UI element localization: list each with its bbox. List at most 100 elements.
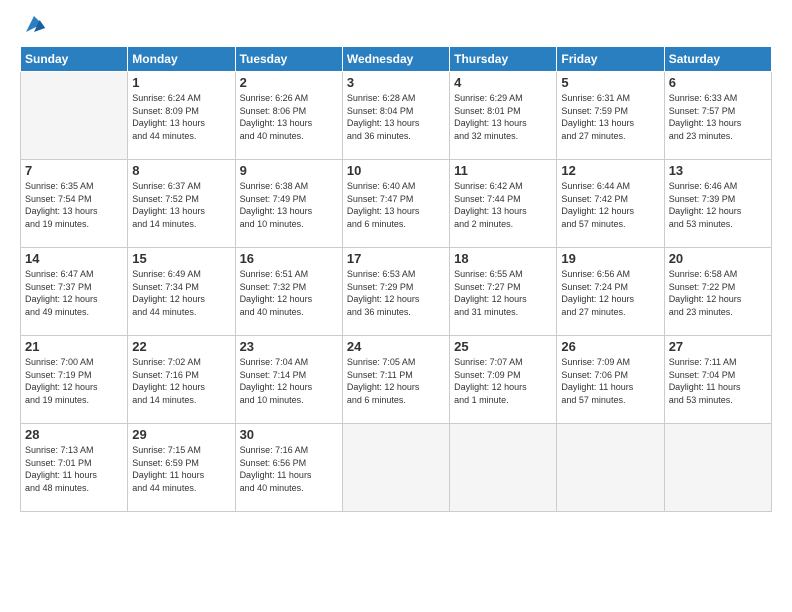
day-number: 12: [561, 163, 659, 178]
day-cell: 10Sunrise: 6:40 AM Sunset: 7:47 PM Dayli…: [342, 160, 449, 248]
day-cell: [450, 424, 557, 512]
day-cell: [21, 72, 128, 160]
day-number: 29: [132, 427, 230, 442]
day-cell: 8 Sunrise: 6:37 AM Sunset: 7:52 PM Daylig…: [128, 160, 235, 248]
day-cell: 2 Sunrise: 6:26 AM Sunset: 8:06 PM Daylig…: [235, 72, 342, 160]
day-info: Sunrise: 6:31 AM Sunset: 7:59 PM Dayligh…: [561, 92, 659, 142]
day-number: 13: [669, 163, 767, 178]
day-number: 21: [25, 339, 123, 354]
day-cell: [664, 424, 771, 512]
day-cell: 7 Sunrise: 6:35 AM Sunset: 7:54 PM Daylig…: [21, 160, 128, 248]
day-info: Sunrise: 7:05 AM Sunset: 7:11 PM Dayligh…: [347, 356, 445, 406]
header-wednesday: Wednesday: [342, 47, 449, 72]
day-info: Sunrise: 6:44 AM Sunset: 7:42 PM Dayligh…: [561, 180, 659, 230]
day-number: 27: [669, 339, 767, 354]
day-number: 23: [240, 339, 338, 354]
day-cell: 4 Sunrise: 6:29 AM Sunset: 8:01 PM Daylig…: [450, 72, 557, 160]
day-info: Sunrise: 6:58 AM Sunset: 7:22 PM Dayligh…: [669, 268, 767, 318]
header-thursday: Thursday: [450, 47, 557, 72]
week-row-3: 14 Sunrise: 6:47 AM Sunset: 7:37 PM Dayli…: [21, 248, 772, 336]
day-cell: 26 Sunrise: 7:09 AM Sunset: 7:06 PM Dayli…: [557, 336, 664, 424]
day-info: Sunrise: 6:42 AM Sunset: 7:44 PM Dayligh…: [454, 180, 552, 230]
day-cell: 15 Sunrise: 6:49 AM Sunset: 7:34 PM Dayli…: [128, 248, 235, 336]
day-info: Sunrise: 7:16 AM Sunset: 6:56 PM Dayligh…: [240, 444, 338, 494]
day-cell: 3 Sunrise: 6:28 AM Sunset: 8:04 PM Daylig…: [342, 72, 449, 160]
page: Sunday Monday Tuesday Wednesday Thursday…: [0, 0, 792, 612]
day-cell: 27 Sunrise: 7:11 AM Sunset: 7:04 PM Dayli…: [664, 336, 771, 424]
day-info: Sunrise: 6:35 AM Sunset: 7:54 PM Dayligh…: [25, 180, 123, 230]
day-number: 14: [25, 251, 123, 266]
day-number: 28: [25, 427, 123, 442]
day-info: Sunrise: 6:55 AM Sunset: 7:27 PM Dayligh…: [454, 268, 552, 318]
day-number: 3: [347, 75, 445, 90]
day-info: Sunrise: 6:28 AM Sunset: 8:04 PM Dayligh…: [347, 92, 445, 142]
day-cell: 22 Sunrise: 7:02 AM Sunset: 7:16 PM Dayli…: [128, 336, 235, 424]
day-cell: 5 Sunrise: 6:31 AM Sunset: 7:59 PM Daylig…: [557, 72, 664, 160]
header-friday: Friday: [557, 47, 664, 72]
day-cell: 9 Sunrise: 6:38 AM Sunset: 7:49 PM Daylig…: [235, 160, 342, 248]
header-saturday: Saturday: [664, 47, 771, 72]
day-number: 7: [25, 163, 123, 178]
day-info: Sunrise: 6:49 AM Sunset: 7:34 PM Dayligh…: [132, 268, 230, 318]
day-info: Sunrise: 6:47 AM Sunset: 7:37 PM Dayligh…: [25, 268, 123, 318]
day-number: 18: [454, 251, 552, 266]
day-info: Sunrise: 6:33 AM Sunset: 7:57 PM Dayligh…: [669, 92, 767, 142]
day-cell: 28 Sunrise: 7:13 AM Sunset: 7:01 PM Dayli…: [21, 424, 128, 512]
logo: [20, 16, 46, 36]
day-cell: 17 Sunrise: 6:53 AM Sunset: 7:29 PM Dayli…: [342, 248, 449, 336]
day-info: Sunrise: 6:56 AM Sunset: 7:24 PM Dayligh…: [561, 268, 659, 318]
day-number: 22: [132, 339, 230, 354]
day-number: 17: [347, 251, 445, 266]
day-number: 2: [240, 75, 338, 90]
day-number: 19: [561, 251, 659, 266]
header: [20, 16, 772, 36]
day-number: 30: [240, 427, 338, 442]
day-number: 9: [240, 163, 338, 178]
day-info: Sunrise: 6:51 AM Sunset: 7:32 PM Dayligh…: [240, 268, 338, 318]
day-cell: 18 Sunrise: 6:55 AM Sunset: 7:27 PM Dayli…: [450, 248, 557, 336]
day-cell: 13 Sunrise: 6:46 AM Sunset: 7:39 PM Dayli…: [664, 160, 771, 248]
day-info: Sunrise: 7:11 AM Sunset: 7:04 PM Dayligh…: [669, 356, 767, 406]
day-number: 25: [454, 339, 552, 354]
day-number: 5: [561, 75, 659, 90]
week-row-2: 7 Sunrise: 6:35 AM Sunset: 7:54 PM Daylig…: [21, 160, 772, 248]
day-cell: 20 Sunrise: 6:58 AM Sunset: 7:22 PM Dayli…: [664, 248, 771, 336]
day-number: 15: [132, 251, 230, 266]
day-cell: 30 Sunrise: 7:16 AM Sunset: 6:56 PM Dayli…: [235, 424, 342, 512]
day-number: 26: [561, 339, 659, 354]
day-info: Sunrise: 6:26 AM Sunset: 8:06 PM Dayligh…: [240, 92, 338, 142]
day-cell: 21 Sunrise: 7:00 AM Sunset: 7:19 PM Dayli…: [21, 336, 128, 424]
day-cell: 23 Sunrise: 7:04 AM Sunset: 7:14 PM Dayli…: [235, 336, 342, 424]
day-cell: 29 Sunrise: 7:15 AM Sunset: 6:59 PM Dayli…: [128, 424, 235, 512]
day-cell: 19 Sunrise: 6:56 AM Sunset: 7:24 PM Dayli…: [557, 248, 664, 336]
day-info: Sunrise: 6:53 AM Sunset: 7:29 PM Dayligh…: [347, 268, 445, 318]
day-cell: 6Sunrise: 6:33 AM Sunset: 7:57 PM Daylig…: [664, 72, 771, 160]
day-info: Sunrise: 6:24 AM Sunset: 8:09 PM Dayligh…: [132, 92, 230, 142]
day-info: Sunrise: 7:07 AM Sunset: 7:09 PM Dayligh…: [454, 356, 552, 406]
day-info: Sunrise: 7:00 AM Sunset: 7:19 PM Dayligh…: [25, 356, 123, 406]
day-info: Sunrise: 7:09 AM Sunset: 7:06 PM Dayligh…: [561, 356, 659, 406]
day-info: Sunrise: 6:37 AM Sunset: 7:52 PM Dayligh…: [132, 180, 230, 230]
day-number: 1: [132, 75, 230, 90]
day-cell: 24 Sunrise: 7:05 AM Sunset: 7:11 PM Dayli…: [342, 336, 449, 424]
day-info: Sunrise: 6:40 AM Sunset: 7:47 PM Dayligh…: [347, 180, 445, 230]
day-cell: 14 Sunrise: 6:47 AM Sunset: 7:37 PM Dayli…: [21, 248, 128, 336]
day-info: Sunrise: 6:38 AM Sunset: 7:49 PM Dayligh…: [240, 180, 338, 230]
week-row-5: 28 Sunrise: 7:13 AM Sunset: 7:01 PM Dayli…: [21, 424, 772, 512]
day-number: 4: [454, 75, 552, 90]
week-row-4: 21 Sunrise: 7:00 AM Sunset: 7:19 PM Dayli…: [21, 336, 772, 424]
weekday-header-row: Sunday Monday Tuesday Wednesday Thursday…: [21, 47, 772, 72]
day-cell: 1 Sunrise: 6:24 AM Sunset: 8:09 PM Daylig…: [128, 72, 235, 160]
day-info: Sunrise: 6:46 AM Sunset: 7:39 PM Dayligh…: [669, 180, 767, 230]
day-info: Sunrise: 7:04 AM Sunset: 7:14 PM Dayligh…: [240, 356, 338, 406]
day-info: Sunrise: 7:02 AM Sunset: 7:16 PM Dayligh…: [132, 356, 230, 406]
day-number: 24: [347, 339, 445, 354]
day-info: Sunrise: 7:15 AM Sunset: 6:59 PM Dayligh…: [132, 444, 230, 494]
day-info: Sunrise: 6:29 AM Sunset: 8:01 PM Dayligh…: [454, 92, 552, 142]
day-number: 8: [132, 163, 230, 178]
day-number: 11: [454, 163, 552, 178]
day-cell: 25 Sunrise: 7:07 AM Sunset: 7:09 PM Dayli…: [450, 336, 557, 424]
day-info: Sunrise: 7:13 AM Sunset: 7:01 PM Dayligh…: [25, 444, 123, 494]
day-number: 20: [669, 251, 767, 266]
day-cell: [557, 424, 664, 512]
